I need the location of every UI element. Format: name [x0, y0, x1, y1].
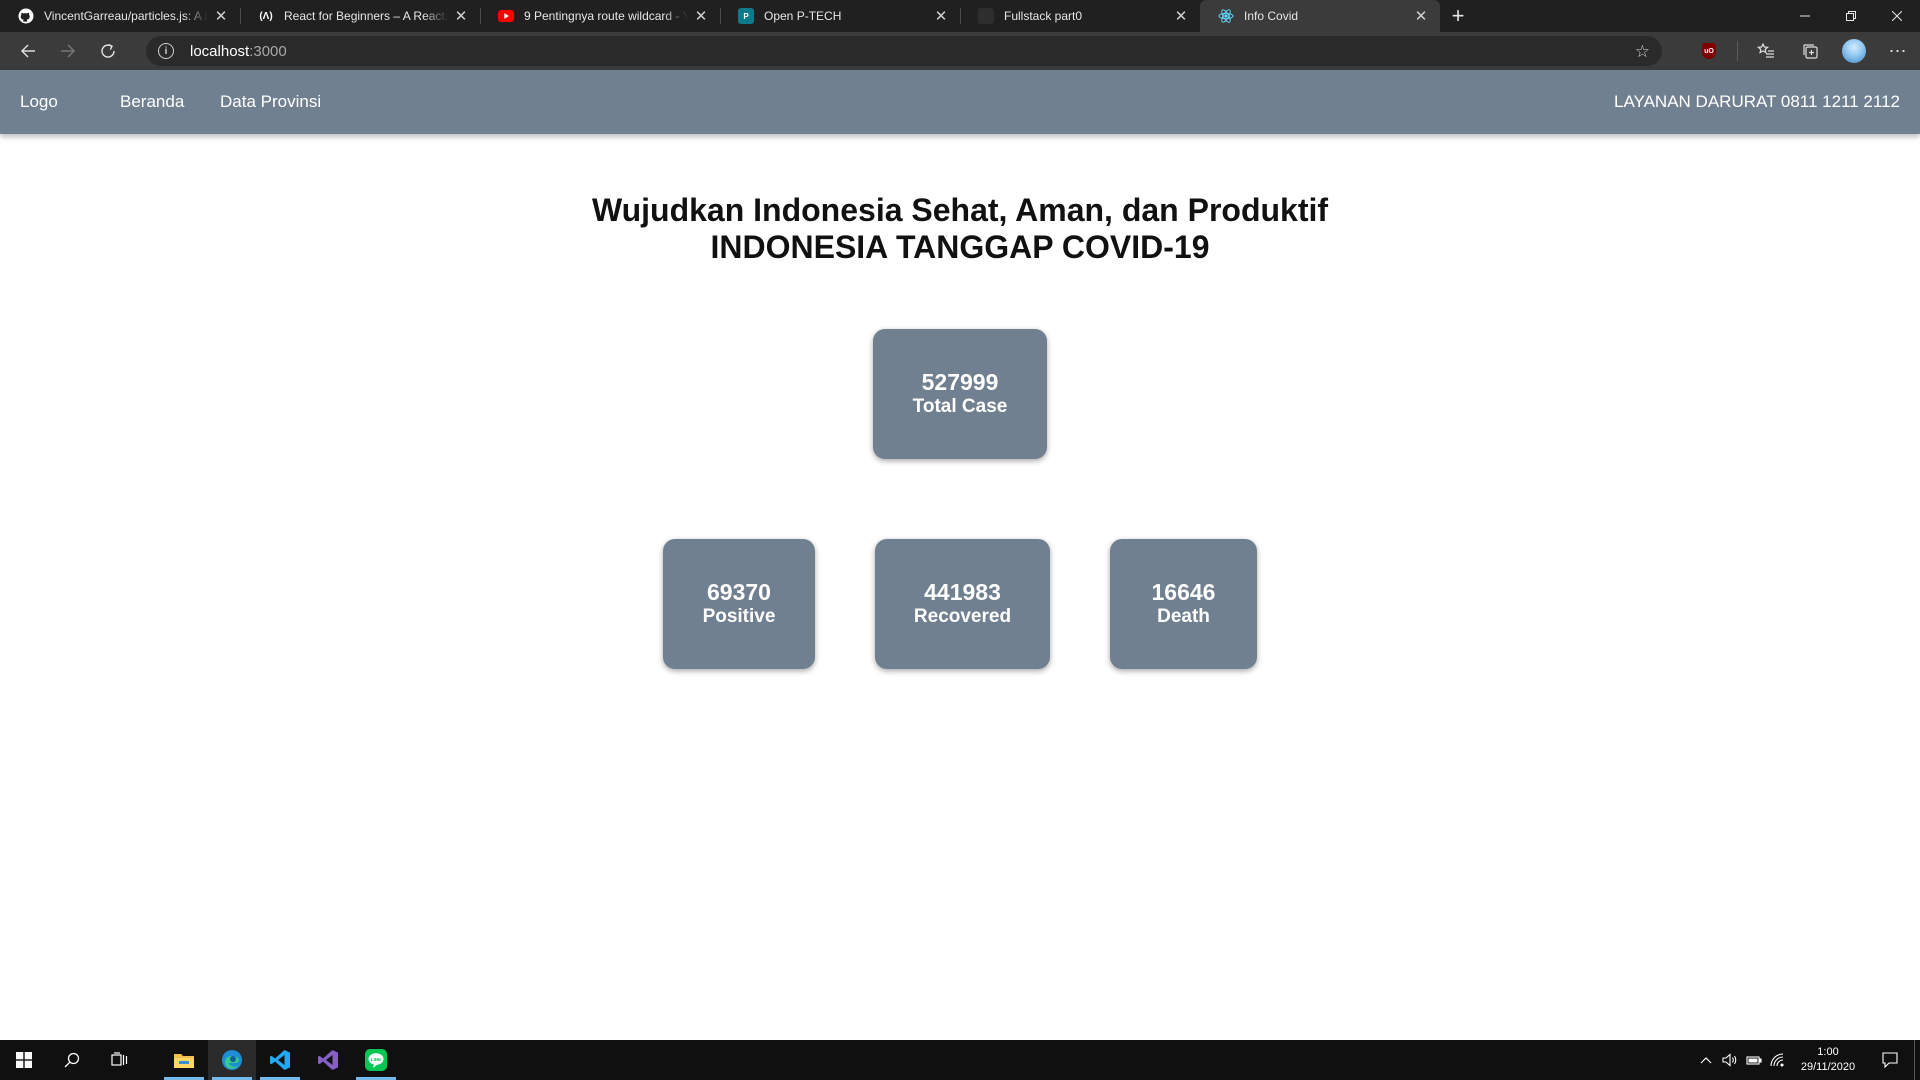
window-controls — [1782, 0, 1920, 32]
heading-tagline: Wujudkan Indonesia Sehat, Aman, dan Prod… — [591, 192, 1329, 228]
ptech-icon: P — [738, 8, 754, 24]
browser-tab[interactable]: 9 Pentingnya route wildcard - YouTube ✕ — [480, 0, 720, 32]
system-tray: 1:00 29/11/2020 — [1694, 1040, 1920, 1080]
tab-title: 9 Pentingnya route wildcard - YouTube — [524, 9, 688, 23]
battery-icon[interactable] — [1742, 1040, 1766, 1080]
tab-title: Fullstack part0 — [1004, 9, 1083, 23]
favorite-star-icon[interactable]: ☆ — [1635, 42, 1650, 62]
toolbar-divider — [1737, 41, 1738, 61]
wifi-icon[interactable] — [1766, 1040, 1790, 1080]
browser-tab[interactable]: VincentGarreau/particles.js: A lightweig… — [0, 0, 240, 32]
url-port: :3000 — [249, 42, 287, 60]
site-logo[interactable]: Logo — [20, 92, 58, 112]
tab-title: Info Covid — [1244, 9, 1299, 23]
close-icon[interactable]: ✕ — [1412, 7, 1430, 25]
chevron-up-icon[interactable] — [1694, 1040, 1718, 1080]
tab-title: VincentGarreau/particles.js: A lightweig… — [44, 9, 208, 23]
total-case-value: 527999 — [921, 368, 999, 395]
favorites-list-icon[interactable] — [1744, 32, 1788, 70]
death-value: 16646 — [1151, 578, 1216, 605]
blank-page-icon — [978, 8, 994, 24]
svg-text:LINE: LINE — [371, 1057, 381, 1062]
close-icon[interactable]: ✕ — [932, 7, 950, 25]
profile-avatar[interactable] — [1832, 32, 1876, 70]
more-menu-icon[interactable]: ⋯ — [1876, 32, 1920, 70]
react-icon — [1218, 8, 1234, 24]
recovered-value: 441983 — [924, 578, 1001, 605]
github-icon — [18, 8, 34, 24]
nav-link-data-provinsi[interactable]: Data Provinsi — [220, 92, 321, 112]
positive-label: Positive — [702, 605, 776, 627]
file-explorer-icon[interactable] — [160, 1040, 208, 1080]
back-icon[interactable] — [8, 32, 48, 70]
total-case-label: Total Case — [912, 395, 1008, 417]
browser-toolbar: i localhost:3000 ☆ uO ⋯ — [0, 32, 1920, 70]
death-card: 16646 Death — [1110, 539, 1257, 669]
page-heading: Wujudkan Indonesia Sehat, Aman, dan Prod… — [0, 192, 1920, 266]
windows-taskbar: LINE 1:00 29/11/2020 — [0, 1040, 1920, 1080]
url-host: localhost — [190, 42, 250, 60]
close-icon[interactable]: ✕ — [452, 7, 470, 25]
task-view-icon[interactable] — [96, 1040, 144, 1080]
nav-link-beranda[interactable]: Beranda — [120, 92, 184, 112]
youtube-icon — [498, 8, 514, 24]
clock-date: 29/11/2020 — [1800, 1061, 1856, 1073]
browser-tab[interactable]: P Open P-TECH ✕ — [720, 0, 960, 32]
vscode-icon[interactable] — [256, 1040, 304, 1080]
clock-time: 1:00 — [1817, 1046, 1839, 1058]
heading-title: INDONESIA TANGGAP COVID-19 — [710, 229, 1210, 265]
close-window-icon[interactable] — [1874, 0, 1920, 32]
browser-tab[interactable]: Fullstack part0 ✕ — [960, 0, 1200, 32]
edge-icon[interactable] — [208, 1040, 256, 1080]
collections-icon[interactable] — [1788, 32, 1832, 70]
tab-title: React for Beginners – A React.js Handboo… — [284, 9, 448, 23]
browser-tab-strip: VincentGarreau/particles.js: A lightweig… — [0, 0, 1920, 32]
line-icon[interactable]: LINE — [352, 1040, 400, 1080]
recovered-label: Recovered — [913, 605, 1012, 627]
taskbar-clock[interactable]: 1:00 29/11/2020 — [1790, 1045, 1866, 1075]
restore-icon[interactable] — [1828, 0, 1874, 32]
refresh-icon[interactable] — [88, 32, 128, 70]
ublock-extension-icon[interactable]: uO — [1687, 32, 1731, 70]
notification-icon[interactable] — [1866, 1040, 1914, 1080]
total-case-card: 527999 Total Case — [873, 329, 1047, 459]
address-bar[interactable]: i localhost:3000 ☆ — [146, 36, 1662, 66]
volume-icon[interactable] — [1718, 1040, 1742, 1080]
visual-studio-icon[interactable] — [304, 1040, 352, 1080]
positive-card: 69370 Positive — [663, 539, 815, 669]
tab-title: Open P-TECH — [764, 9, 842, 23]
new-tab-button[interactable]: + — [1440, 0, 1476, 32]
site-navbar: Logo Beranda Data Provinsi LAYANAN DARUR… — [0, 70, 1920, 134]
show-desktop-button[interactable] — [1914, 1040, 1920, 1080]
browser-tab-active[interactable]: Info Covid ✕ — [1200, 0, 1440, 32]
info-icon[interactable]: i — [158, 43, 174, 59]
recovered-card: 441983 Recovered — [875, 539, 1050, 669]
death-label: Death — [1157, 605, 1210, 627]
close-icon[interactable]: ✕ — [1172, 7, 1190, 25]
windows-start-icon[interactable] — [0, 1040, 48, 1080]
browser-tab[interactable]: (Λ) React for Beginners – A React.js Han… — [240, 0, 480, 32]
freecodecamp-icon: (Λ) — [259, 10, 273, 22]
close-icon[interactable]: ✕ — [692, 7, 710, 25]
emergency-contact: LAYANAN DARURAT 0811 1211 2112 — [1613, 92, 1900, 111]
close-icon[interactable]: ✕ — [212, 7, 230, 25]
minimize-icon[interactable] — [1782, 0, 1828, 32]
toolbar-right: uO ⋯ — [1687, 32, 1920, 70]
forward-icon[interactable] — [48, 32, 88, 70]
positive-value: 69370 — [707, 578, 771, 605]
search-icon[interactable] — [48, 1040, 96, 1080]
